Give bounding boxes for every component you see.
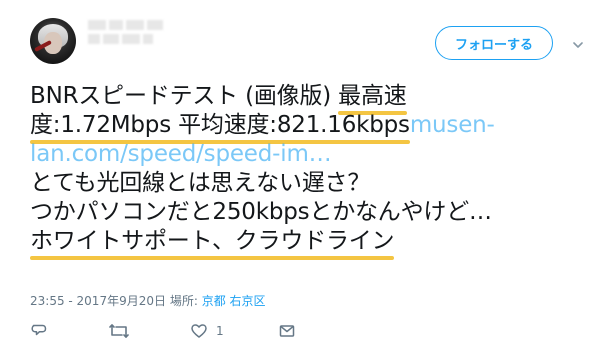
highlighted-text: ホワイトサポート、クラウドライン [30, 228, 395, 260]
tweet-line: つかパソコンだと250kbpsとかなんやけど… [30, 198, 590, 227]
tweet-header: フォローする [30, 18, 590, 74]
message-button[interactable] [278, 322, 296, 340]
tweet-meta: 23:55 - 2017年9月20日 場所: 京都 右京区 [30, 292, 266, 309]
tweet-line: lan.com/speed/speed-im… [30, 140, 590, 169]
mail-icon [278, 323, 296, 339]
tweet-card: フォローする BNRスピードテスト (画像版) 最高速 度:1.72Mbps 平… [0, 0, 614, 355]
tweet-text-span: とても光回線とは思えない遅さ？ [30, 170, 371, 196]
retweet-button[interactable] [108, 322, 130, 340]
like-count: 1 [216, 324, 224, 338]
highlighted-text: 最高速 [338, 83, 407, 115]
tweet-line: BNRスピードテスト (画像版) 最高速 [30, 82, 590, 115]
tweet-text-span: BNRスピードテスト (画像版) [30, 83, 339, 109]
blurred-user-name [88, 20, 184, 58]
tweet-link-part[interactable]: musen- [410, 112, 495, 138]
tweet-text: BNRスピードテスト (画像版) 最高速 度:1.72Mbps 平均速度:821… [30, 82, 590, 260]
tweet-line: ホワイトサポート、クラウドライン [30, 227, 590, 260]
reply-button[interactable] [30, 322, 48, 340]
like-button[interactable]: 1 [190, 322, 224, 340]
tweet-link[interactable]: lan.com/speed/speed-im… [30, 141, 332, 167]
tweet-actions: 1 [30, 322, 310, 342]
follow-button-label: フォローする [454, 37, 533, 53]
tweet-timestamp[interactable]: 23:55 - 2017年9月20日 [30, 294, 166, 308]
highlighted-text: 度:1.72Mbps 平均速度:821.16kbps [30, 112, 410, 144]
tweet-text-span: つかパソコンだと250kbpsとかなんやけど… [30, 199, 492, 225]
place-label: 場所: [169, 294, 198, 308]
like-icon [190, 323, 208, 339]
follow-button[interactable]: フォローする [435, 26, 553, 60]
tweet-line: 度:1.72Mbps 平均速度:821.16kbps musen- [30, 111, 590, 144]
tweet-place[interactable]: 京都 右京区 [202, 294, 266, 308]
retweet-icon [108, 323, 130, 339]
avatar[interactable] [30, 18, 76, 64]
tweet-line: とても光回線とは思えない遅さ？ [30, 169, 590, 198]
reply-icon [30, 323, 48, 339]
chevron-down-icon[interactable] [573, 40, 583, 50]
